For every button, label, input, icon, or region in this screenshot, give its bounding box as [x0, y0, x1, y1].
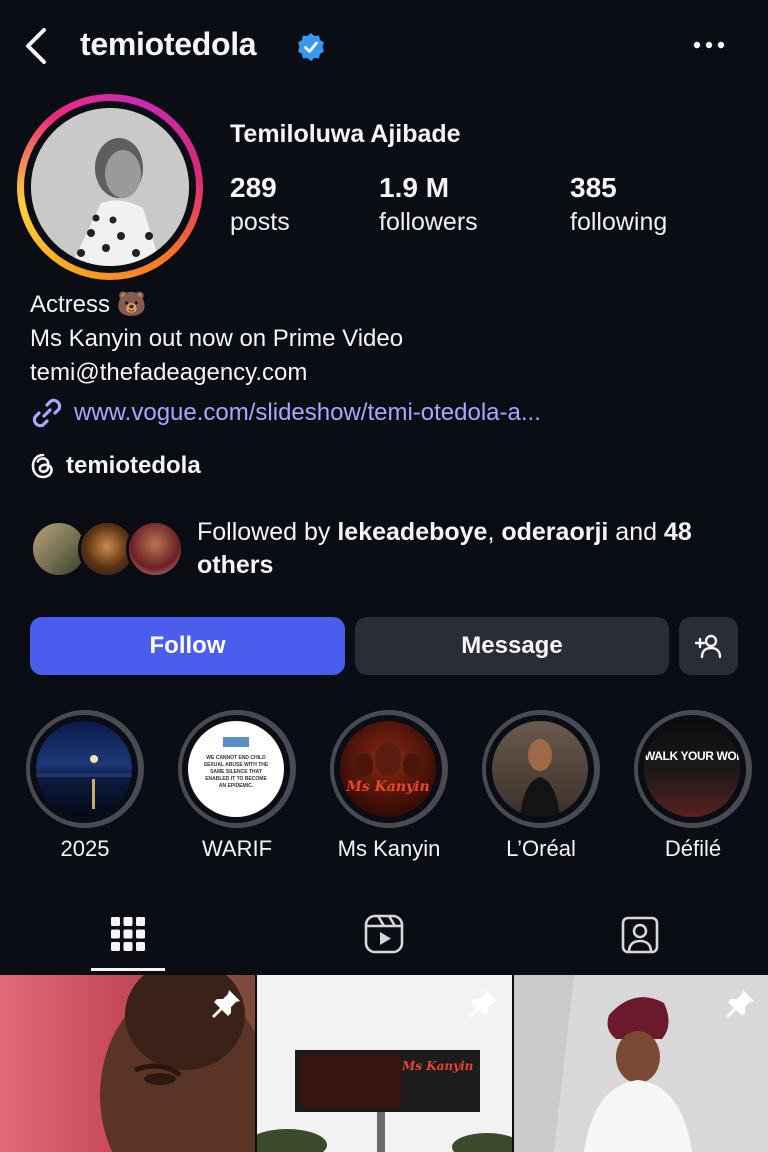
post-thumbnail[interactable]: [0, 975, 255, 1152]
threads-profile-link[interactable]: temiotedola: [30, 452, 201, 480]
profile-avatar: [31, 108, 189, 266]
verified-badge-icon: [298, 33, 324, 61]
pin-icon: [212, 990, 240, 1018]
tab-reels[interactable]: [347, 906, 421, 962]
mutual-followers-text: Followed by lekeadeboye, oderaorji and 4…: [197, 516, 757, 582]
warif-logo: [223, 737, 249, 747]
highlight-cover: WALK YOUR WORTH: [644, 721, 740, 817]
header-username: temiotedola: [80, 26, 257, 62]
stat-followers-label: followers: [379, 208, 478, 236]
pin-icon: [469, 990, 497, 1018]
highlight-cover: [492, 721, 588, 817]
add-person-icon: [694, 634, 721, 659]
more-horizontal-icon[interactable]: [688, 28, 730, 62]
billboard-title: Ms Kanyin: [402, 1059, 474, 1073]
bio-line: Actress 🐻: [30, 291, 147, 318]
highlight-label: L’Oréal: [506, 836, 576, 861]
mutual-follower-others: others: [197, 551, 274, 579]
highlight-label: WARIF: [201, 836, 273, 861]
tab-tagged[interactable]: [603, 906, 677, 962]
stat-following-value: 385: [570, 172, 617, 203]
threads-handle: temiotedola: [66, 452, 201, 479]
profile-full-name: Temiloluwa Ajibade: [230, 120, 461, 148]
ms-kanyin-title: Ms Kanyin: [346, 779, 430, 795]
mutual-follower-name: oderaorji: [501, 518, 609, 546]
mutual-follower-avatar: [126, 520, 184, 578]
suggested-users-button[interactable]: [679, 617, 738, 675]
warif-card-text: WE CANNOT END CHILD SEXUAL ABUSE WITH TH…: [203, 755, 269, 789]
bio-line: Ms Kanyin out now on Prime Video: [30, 325, 404, 352]
active-tab-indicator: [91, 968, 165, 971]
post-thumbnail[interactable]: Ms Kanyin: [257, 975, 512, 1152]
stat-posts-label: posts: [230, 208, 290, 236]
post-thumbnail[interactable]: [514, 975, 768, 1152]
stat-posts[interactable]: 289 posts: [230, 172, 290, 237]
stat-following-label: following: [570, 208, 668, 236]
profile-website-link[interactable]: www.vogue.com/slideshow/temi-otedola-a..…: [30, 396, 541, 430]
highlight-cover: [36, 721, 132, 817]
highlight-cover: WE CANNOT END CHILD SEXUAL ABUSE WITH TH…: [188, 721, 284, 817]
mutual-follower-count: 48: [663, 518, 692, 546]
follow-button[interactable]: Follow: [30, 617, 345, 675]
followed-separator: ,: [487, 518, 502, 546]
stat-posts-value: 289: [230, 172, 277, 203]
stat-followers-value: 1.9 M: [379, 172, 450, 203]
chevron-left-icon[interactable]: [20, 26, 52, 66]
bio-line: temi@thefadeagency.com: [30, 359, 308, 386]
mutual-follower-name: lekeadeboye: [337, 518, 488, 546]
link-icon: [32, 398, 62, 428]
mutual-followers[interactable]: Followed by lekeadeboye, oderaorji and 4…: [30, 516, 750, 586]
reels-icon: [364, 914, 404, 954]
threads-icon: [31, 453, 53, 479]
stat-followers[interactable]: 1.9 M followers: [379, 172, 478, 237]
tab-posts-grid[interactable]: [91, 906, 165, 962]
message-button[interactable]: Message: [355, 617, 669, 675]
profile-header: temiotedola: [0, 0, 768, 92]
tagged-icon: [621, 916, 659, 954]
stat-following[interactable]: 385 following: [570, 172, 667, 237]
highlight-cover: Ms Kanyin: [340, 721, 436, 817]
followed-prefix: Followed by: [197, 518, 338, 546]
website-link-text: www.vogue.com/slideshow/temi-otedola-a..…: [74, 399, 541, 426]
profile-bio: Actress 🐻 Ms Kanyin out now on Prime Vid…: [30, 288, 403, 390]
pin-icon: [726, 990, 754, 1018]
defile-card-text: WALK YOUR WORTH: [644, 749, 740, 763]
grid-icon: [111, 917, 145, 951]
highlight-label: Défilé: [664, 836, 722, 861]
highlight-label: 2025: [60, 836, 110, 861]
highlight-label: Ms Kanyin: [337, 836, 441, 861]
profile-avatar-story-ring[interactable]: [17, 94, 203, 280]
followed-and: and: [608, 518, 664, 546]
